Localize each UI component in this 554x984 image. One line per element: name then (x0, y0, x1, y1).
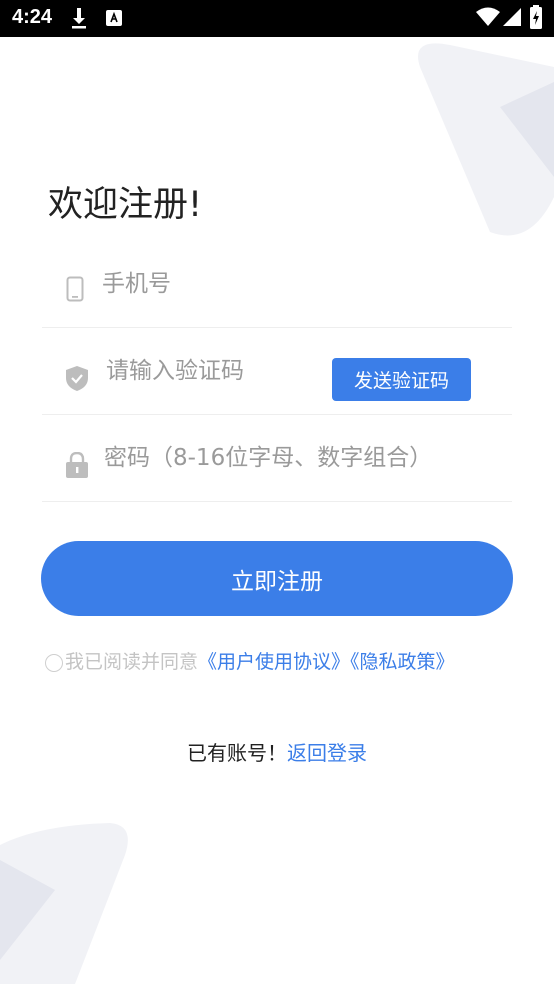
shield-icon (66, 366, 88, 391)
decoration-top-right (418, 43, 554, 236)
status-bar: 4:24 (0, 0, 554, 37)
have-account-text: 已有账号！ (187, 741, 287, 765)
decoration-bottom-left (0, 823, 128, 984)
signal-icon (503, 8, 521, 26)
password-field-row (42, 415, 512, 502)
code-field-row: 发送验证码 (42, 328, 512, 415)
verification-code-input[interactable] (106, 328, 321, 414)
battery-icon (530, 5, 542, 29)
wifi-icon (476, 7, 500, 26)
phone-input[interactable] (102, 241, 502, 327)
page-title: 欢迎注册! (48, 185, 203, 225)
agreement-checkbox[interactable] (45, 654, 63, 672)
agreement-text: 我已阅读并同意 (65, 651, 199, 673)
send-code-button[interactable]: 发送验证码 (332, 358, 471, 401)
agreement-row: 我已阅读并同意《用户使用协议》《隐私政策》 (45, 649, 455, 675)
privacy-policy-link[interactable]: 《隐私政策》 (350, 651, 455, 673)
back-to-login-link[interactable]: 返回登录 (287, 741, 367, 765)
lock-icon (66, 452, 88, 478)
phone-field-row (42, 241, 512, 328)
phone-icon (66, 276, 84, 302)
login-row: 已有账号！返回登录 (0, 740, 554, 766)
register-button[interactable]: 立即注册 (41, 541, 513, 616)
status-time: 4:24 (12, 6, 53, 28)
password-input[interactable] (104, 415, 504, 501)
user-agreement-link[interactable]: 《用户使用协议》 (198, 651, 350, 673)
accessibility-icon (106, 10, 122, 26)
download-icon (72, 8, 86, 29)
